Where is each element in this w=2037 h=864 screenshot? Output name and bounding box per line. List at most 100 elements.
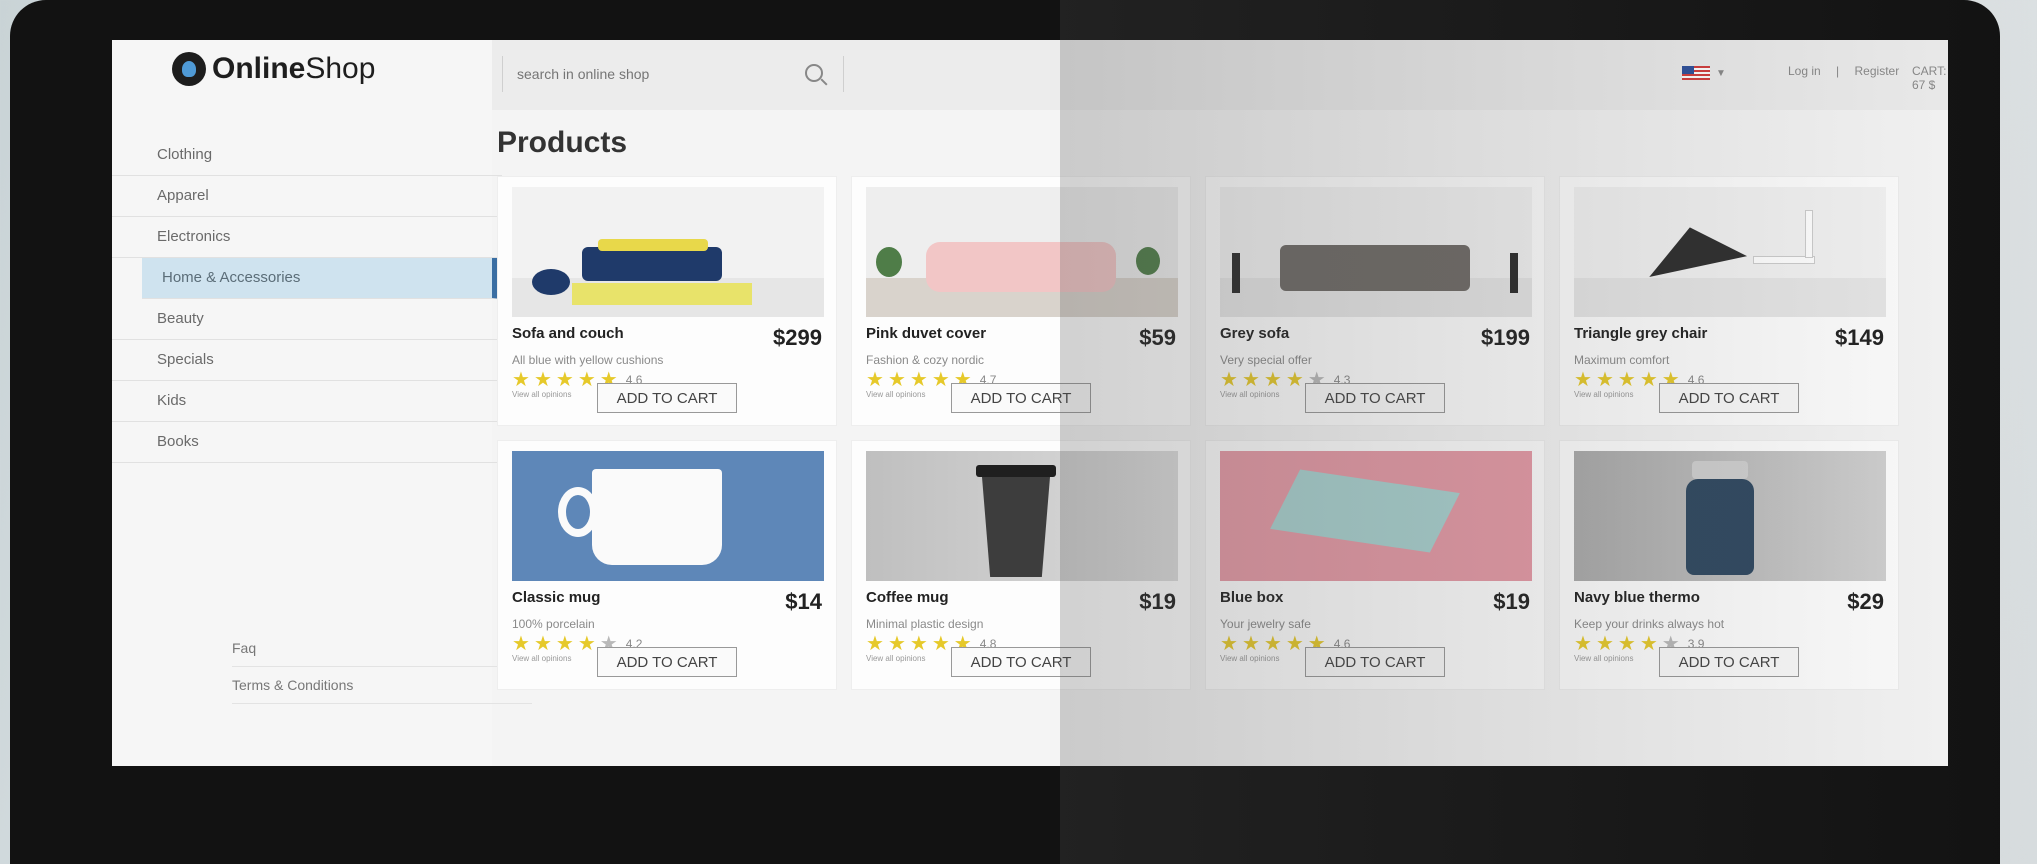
logo-text: OnlineShop: [212, 52, 376, 85]
star-icon: ★: [512, 369, 530, 391]
product-description: Minimal plastic design: [866, 617, 984, 631]
login-link[interactable]: Log in: [1788, 64, 1821, 78]
product-name[interactable]: Pink duvet cover: [866, 325, 986, 342]
star-icon: ★: [1263, 633, 1282, 655]
star-icon: ★: [533, 369, 552, 391]
star-icon: ★: [1241, 369, 1260, 391]
sidebar-footer: Faq Terms & Conditions: [232, 630, 532, 704]
star-icon: ★: [1617, 369, 1636, 391]
star-icon: ★: [1617, 633, 1636, 655]
star-icon: ★: [1241, 633, 1260, 655]
product-image[interactable]: [512, 187, 824, 317]
star-icon: ★: [866, 369, 884, 391]
cart-total[interactable]: CART: 67 $: [1912, 64, 1948, 92]
product-image[interactable]: [512, 451, 824, 581]
browser-screen: OnlineShop Clothing Apparel Electronics …: [112, 40, 1948, 766]
nav-item-specials[interactable]: Specials: [112, 340, 502, 381]
product-name[interactable]: Blue box: [1220, 589, 1283, 606]
star-icon: ★: [1220, 633, 1238, 655]
product-image[interactable]: [1220, 187, 1532, 317]
product-card[interactable]: Classic mug $14 100% porcelain ★ ★ ★ ★ ★ 4.2 …: [497, 440, 837, 690]
product-price: $199: [1481, 325, 1530, 350]
product-price: $19: [1493, 589, 1530, 614]
star-icon: ★: [1639, 633, 1658, 655]
nav-item-apparel[interactable]: Apparel: [112, 176, 502, 217]
star-icon: ★: [887, 369, 906, 391]
star-icon: ★: [555, 369, 574, 391]
product-name[interactable]: Grey sofa: [1220, 325, 1289, 342]
product-price: $149: [1835, 325, 1884, 350]
product-card[interactable]: Navy blue thermo $29 Keep your drinks alw…: [1559, 440, 1899, 690]
product-name[interactable]: Navy blue thermo: [1574, 589, 1700, 606]
product-price: $59: [1139, 325, 1176, 350]
add-to-cart-button[interactable]: ADD TO CART: [1659, 647, 1799, 677]
logo[interactable]: OnlineShop: [172, 52, 375, 86]
star-icon: ★: [909, 369, 928, 391]
nav-item-beauty[interactable]: Beauty: [112, 299, 502, 340]
logo-icon: [172, 52, 206, 86]
product-description: All blue with yellow cushions: [512, 353, 664, 367]
add-to-cart-button[interactable]: ADD TO CART: [597, 383, 737, 413]
star-icon: ★: [555, 633, 574, 655]
nav-item-home-accessories[interactable]: Home & Accessories: [142, 258, 502, 299]
product-image[interactable]: [866, 187, 1178, 317]
star-icon: ★: [887, 633, 906, 655]
product-name[interactable]: Coffee mug: [866, 589, 949, 606]
add-to-cart-button[interactable]: ADD TO CART: [597, 647, 737, 677]
product-price: $299: [773, 325, 822, 350]
product-name[interactable]: Triangle grey chair: [1574, 325, 1707, 342]
category-nav: Clothing Apparel Electronics Home & Acce…: [112, 135, 502, 463]
product-card[interactable]: Triangle grey chair $149 Maximum comfort …: [1559, 176, 1899, 426]
add-to-cart-button[interactable]: ADD TO CART: [1659, 383, 1799, 413]
product-description: Keep your drinks always hot: [1574, 617, 1725, 631]
product-card[interactable]: Coffee mug $19 Minimal plastic design ★ ★ ★…: [851, 440, 1191, 690]
star-icon: ★: [1220, 369, 1238, 391]
product-card[interactable]: Sofa and couch $299 All blue with yellow …: [497, 176, 837, 426]
star-icon: ★: [1595, 369, 1614, 391]
search-bar: [502, 56, 844, 92]
product-image[interactable]: [1574, 451, 1886, 581]
register-link[interactable]: Register: [1855, 64, 1900, 78]
product-price: $29: [1847, 589, 1884, 614]
add-to-cart-button[interactable]: ADD TO CART: [1305, 647, 1445, 677]
product-image[interactable]: [1220, 451, 1532, 581]
product-description: 100% porcelain: [512, 617, 595, 631]
us-flag-icon[interactable]: [1682, 66, 1710, 80]
terms-link[interactable]: Terms & Conditions: [232, 667, 532, 704]
auth-links: Log in | Register: [1782, 64, 1905, 78]
nav-item-electronics[interactable]: Electronics: [112, 217, 502, 258]
nav-item-books[interactable]: Books: [112, 422, 502, 463]
search-input[interactable]: [503, 65, 789, 83]
star-icon: ★: [931, 369, 950, 391]
product-name[interactable]: Classic mug: [512, 589, 600, 606]
product-description: Very special offer: [1220, 353, 1312, 367]
nav-item-kids[interactable]: Kids: [112, 381, 502, 422]
chevron-down-icon[interactable]: ▼: [1716, 68, 1726, 79]
product-image[interactable]: [866, 451, 1178, 581]
add-to-cart-button[interactable]: ADD TO CART: [951, 383, 1091, 413]
star-icon: ★: [533, 633, 552, 655]
product-price: $19: [1139, 589, 1176, 614]
star-icon: ★: [909, 633, 928, 655]
add-to-cart-button[interactable]: ADD TO CART: [1305, 383, 1445, 413]
product-name[interactable]: Sofa and couch: [512, 325, 624, 342]
star-icon: ★: [577, 633, 596, 655]
product-description: Maximum comfort: [1574, 353, 1670, 367]
product-card[interactable]: Blue box $19 Your jewelry safe ★ ★ ★ ★ ★ 4.6 …: [1205, 440, 1545, 690]
star-icon: ★: [1574, 369, 1592, 391]
product-card[interactable]: Pink duvet cover $59 Fashion & cozy nordi…: [851, 176, 1191, 426]
star-icon: ★: [512, 633, 530, 655]
product-image[interactable]: [1574, 187, 1886, 317]
add-to-cart-button[interactable]: ADD TO CART: [951, 647, 1091, 677]
product-description: Fashion & cozy nordic: [866, 353, 985, 367]
star-icon: ★: [1263, 369, 1282, 391]
search-icon[interactable]: [805, 64, 823, 82]
star-icon: ★: [866, 633, 884, 655]
faq-link[interactable]: Faq: [232, 630, 532, 667]
product-price: $14: [785, 589, 822, 614]
star-icon: ★: [1639, 369, 1658, 391]
star-icon: ★: [1595, 633, 1614, 655]
page-title: Products: [497, 126, 628, 159]
product-card[interactable]: Grey sofa $199 Very special offer ★ ★ ★ ★ ★ 4…: [1205, 176, 1545, 426]
nav-item-clothing[interactable]: Clothing: [112, 135, 502, 176]
